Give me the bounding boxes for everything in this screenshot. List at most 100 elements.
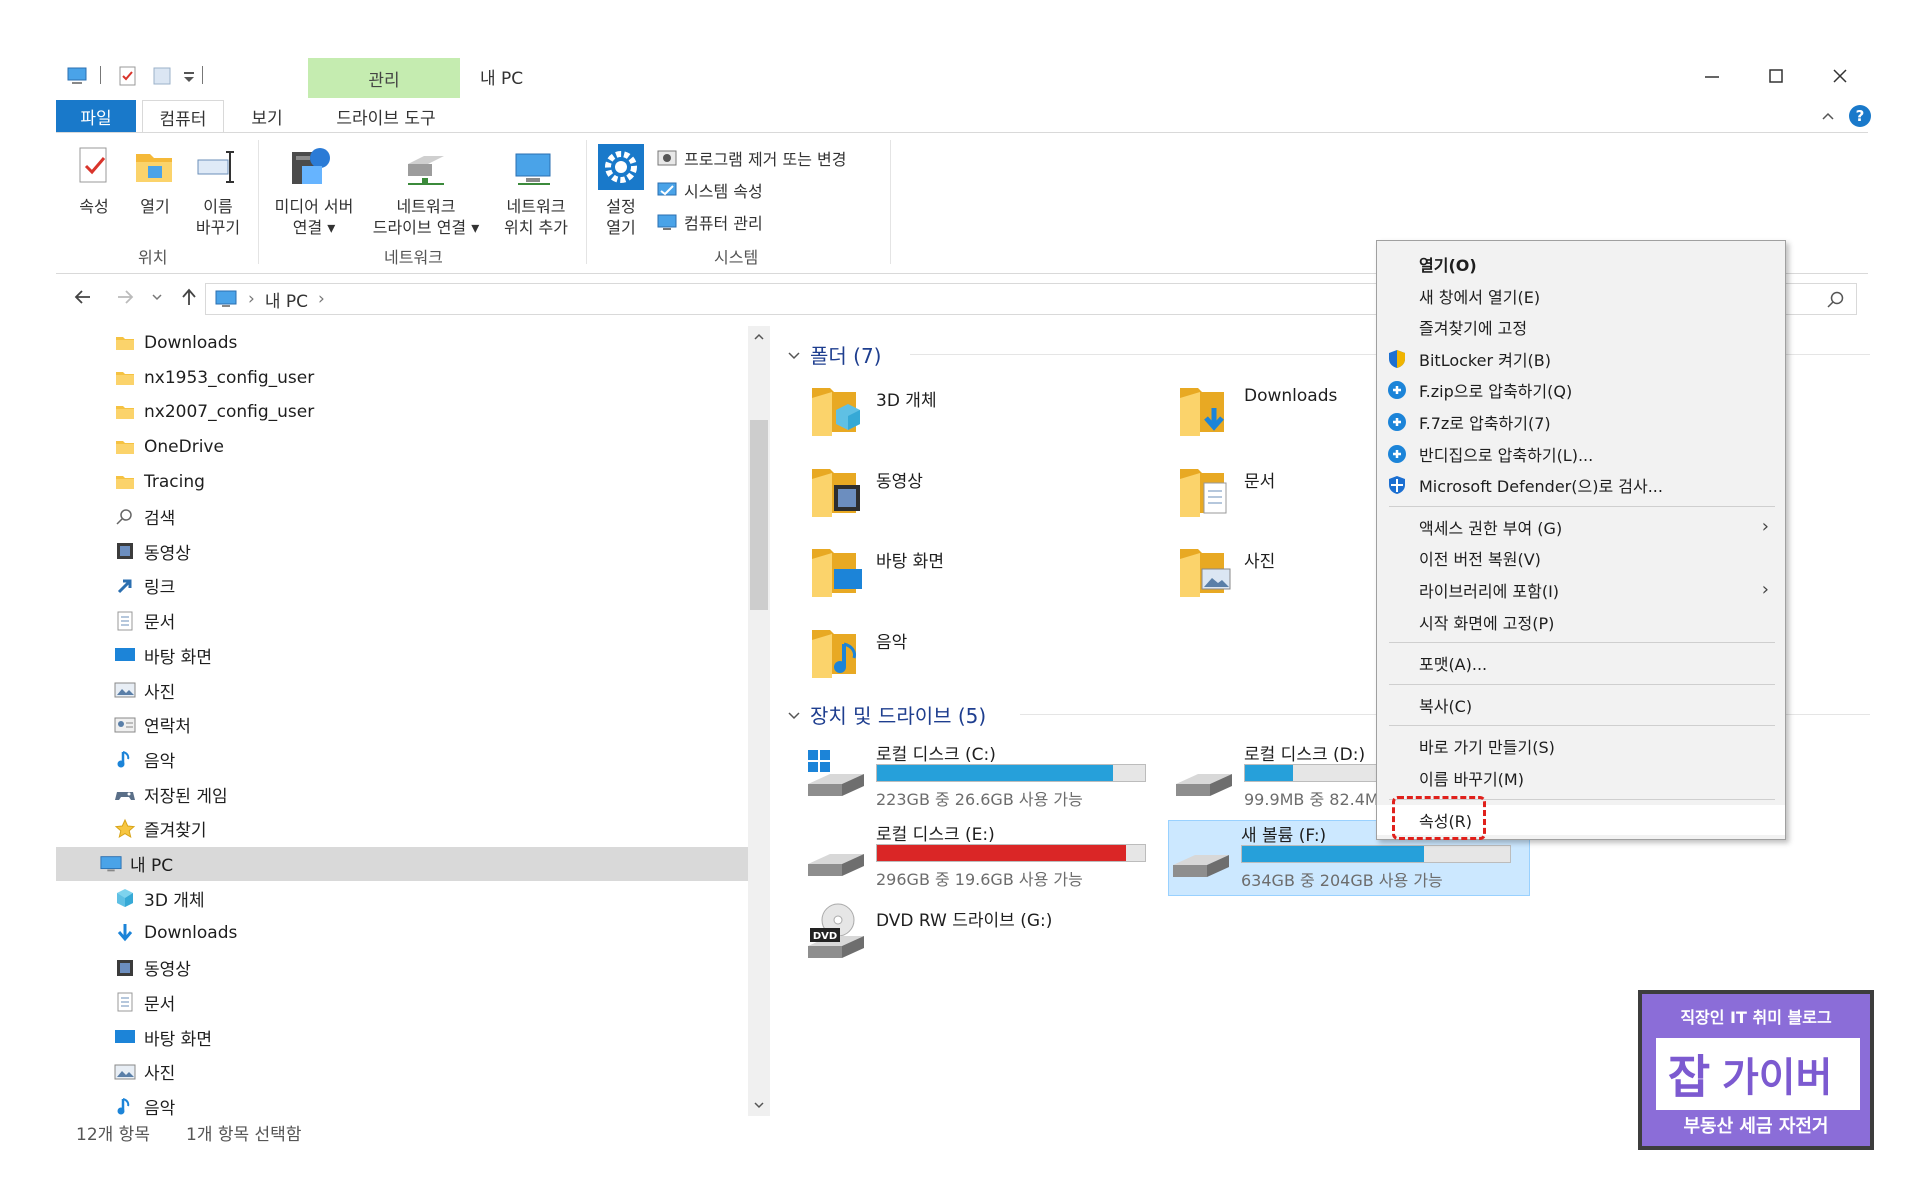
scroll-up-icon[interactable] <box>752 330 766 344</box>
uninstall-program-label: 프로그램 제거 또는 변경 <box>684 150 847 169</box>
maximize-button[interactable] <box>1748 56 1804 96</box>
scroll-down-icon[interactable] <box>752 1098 766 1112</box>
nav-item[interactable]: 바탕 화면 <box>56 638 748 672</box>
ctx-restore-previous[interactable]: 이전 버전 복원(V) <box>1377 543 1785 573</box>
ctx-open[interactable]: 열기(O) <box>1377 249 1785 279</box>
drives-section-header[interactable]: 장치 및 드라이브 (5) <box>786 700 986 729</box>
ctx-give-access[interactable]: 액세스 권한 부여 (G) › <box>1377 512 1785 542</box>
ctx-copy[interactable]: 복사(C) <box>1377 690 1785 720</box>
nav-item[interactable]: 연락처 <box>56 708 748 742</box>
nav-item[interactable]: 저장된 게임 <box>56 777 748 811</box>
ctx-bitlocker[interactable]: BitLocker 켜기(B) <box>1377 344 1785 374</box>
network-drive-icon[interactable] <box>404 150 448 188</box>
folder-videos[interactable]: 동영상 <box>810 461 923 519</box>
up-button[interactable] <box>178 286 200 308</box>
folder-3d-objects[interactable]: 3D 개체 <box>810 380 937 438</box>
computer-management-icon <box>656 211 678 233</box>
drive-name: 로컬 디스크 (E:) <box>876 825 995 845</box>
ctx-separator <box>1389 725 1775 727</box>
ctx-include-library[interactable]: 라이브러리에 포함(I) › <box>1377 575 1785 605</box>
qa-separator <box>100 66 101 84</box>
status-selection-count: 1개 항목 선택함 <box>186 1125 302 1145</box>
ctx-create-shortcut[interactable]: 바로 가기 만들기(S) <box>1377 731 1785 761</box>
back-button[interactable] <box>72 286 94 308</box>
properties-button[interactable]: 속성 <box>70 196 118 217</box>
folder-desktop[interactable]: 바탕 화면 <box>810 541 944 599</box>
ctx-7z[interactable]: F.7z로 압축하기(7) <box>1377 407 1785 437</box>
drive-g-dvd[interactable]: DVD DVD RW 드라이브 (G:) <box>804 903 1144 976</box>
ctx-open-new-window[interactable]: 새 창에서 열기(E) <box>1377 281 1785 311</box>
nav-item[interactable]: 사진 <box>56 1055 748 1089</box>
nav-item[interactable]: 즐겨찾기 <box>56 812 748 846</box>
nav-item[interactable]: 문서 <box>56 985 748 1019</box>
nav-item-this-pc[interactable]: 내 PC <box>56 846 748 881</box>
nav-item[interactable]: 사진 <box>56 673 748 707</box>
minimize-button[interactable] <box>1684 56 1740 96</box>
computer-management-button[interactable]: 컴퓨터 관리 <box>656 210 763 234</box>
ctx-zip[interactable]: F.zip으로 압축하기(Q) <box>1377 375 1785 405</box>
ctx-rename[interactable]: 이름 바꾸기(M) <box>1377 763 1785 793</box>
folders-section-header[interactable]: 폴더 (7) <box>786 340 882 369</box>
folder-pictures[interactable]: 사진 <box>1178 541 1275 599</box>
network-location-icon[interactable] <box>512 150 556 188</box>
open-button[interactable]: 열기 <box>130 196 180 217</box>
nav-item[interactable]: 문서 <box>56 604 748 638</box>
ctx-separator <box>1389 642 1775 644</box>
nav-item[interactable]: 링크 <box>56 569 748 603</box>
connect-media-server-button[interactable]: 미디어 서버 연결 ▾ <box>266 196 362 238</box>
recent-locations-chevron-down-icon[interactable] <box>150 286 164 308</box>
folder-downloads[interactable]: Downloads <box>1178 380 1337 438</box>
new-folder-icon[interactable] <box>150 64 174 88</box>
close-button[interactable] <box>1812 56 1868 96</box>
nav-item[interactable]: 검색 <box>56 500 748 534</box>
forward-button[interactable] <box>114 286 136 308</box>
ctx-pin-quick-access[interactable]: 즐겨찾기에 고정 <box>1377 312 1785 342</box>
ctx-defender-scan[interactable]: Microsoft Defender(으)로 검사... <box>1377 470 1785 500</box>
nav-item[interactable]: 음악 <box>56 1089 748 1123</box>
properties-check-icon[interactable] <box>116 64 140 88</box>
breadcrumb-this-pc[interactable]: 내 PC <box>265 287 308 312</box>
cube-icon <box>114 887 136 909</box>
tab-view[interactable]: 보기 <box>232 100 302 132</box>
ctx-pin-start[interactable]: 시작 화면에 고정(P) <box>1377 607 1785 637</box>
nav-item[interactable]: nx2007_config_user <box>56 395 748 429</box>
settings-gear-icon[interactable] <box>598 144 644 190</box>
nav-item-label: nx1953_config_user <box>144 367 315 388</box>
drive-c[interactable]: 로컬 디스크 (C:) 223GB 중 26.6GB 사용 가능 <box>804 740 1146 810</box>
properties-icon[interactable] <box>76 146 112 186</box>
tab-file[interactable]: 파일 <box>56 100 136 132</box>
ctx-bandizip[interactable]: 반디집으로 압축하기(L)... <box>1377 439 1785 469</box>
nav-item[interactable]: 바탕 화면 <box>56 1020 748 1054</box>
map-network-drive-button[interactable]: 네트워크 드라이브 연결 ▾ <box>362 196 490 238</box>
media-server-icon[interactable] <box>288 144 334 190</box>
folder-music[interactable]: 음악 <box>810 622 907 680</box>
uninstall-program-button[interactable]: 프로그램 제거 또는 변경 <box>656 146 846 170</box>
nav-item[interactable]: Downloads <box>56 916 748 950</box>
nav-item[interactable]: 3D 개체 <box>56 881 748 915</box>
rename-icon[interactable] <box>196 148 238 186</box>
drive-e[interactable]: 로컬 디스크 (E:) 296GB 중 19.6GB 사용 가능 <box>804 820 1146 890</box>
nav-item[interactable]: 동영상 <box>56 534 748 568</box>
tab-drive-tools[interactable]: 드라이브 도구 <box>312 100 460 132</box>
nav-item[interactable]: OneDrive <box>56 430 748 464</box>
ctx-format[interactable]: 포맷(A)... <box>1377 648 1785 678</box>
system-properties-button[interactable]: 시스템 속성 <box>656 178 763 202</box>
nav-item[interactable]: 동영상 <box>56 951 748 985</box>
collapse-ribbon-icon[interactable] <box>1820 108 1836 124</box>
folder-documents[interactable]: 문서 <box>1178 461 1275 519</box>
open-folder-icon[interactable] <box>134 148 174 186</box>
nav-item[interactable]: Downloads <box>56 326 748 360</box>
nav-scrollbar-thumb[interactable] <box>750 420 768 610</box>
search-icon[interactable] <box>1826 290 1846 310</box>
nav-item[interactable]: 음악 <box>56 742 748 776</box>
desktop-icon <box>114 644 136 666</box>
nav-item[interactable]: nx1953_config_user <box>56 361 748 395</box>
nav-item[interactable]: Tracing <box>56 465 748 499</box>
add-network-location-button[interactable]: 네트워크 위치 추가 <box>488 196 584 238</box>
customize-qa-dropdown-icon[interactable] <box>178 64 202 88</box>
open-settings-button[interactable]: 설정 열기 <box>594 196 648 238</box>
help-icon[interactable]: ? <box>1848 104 1872 128</box>
nav-item-label: 음악 <box>144 751 176 772</box>
rename-button[interactable]: 이름 바꾸기 <box>190 196 246 238</box>
tab-computer[interactable]: 컴퓨터 <box>142 100 224 133</box>
